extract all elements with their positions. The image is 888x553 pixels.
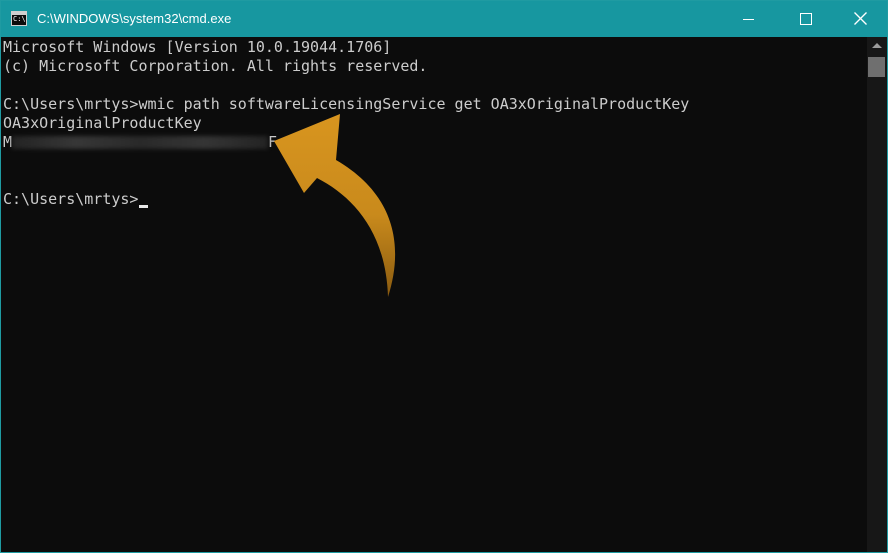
- product-key-line: MF: [3, 133, 277, 152]
- product-key-blurred: [12, 136, 269, 149]
- window-title: C:\WINDOWS\system32\cmd.exe: [37, 11, 232, 26]
- console-output[interactable]: Microsoft Windows [Version 10.0.19044.17…: [1, 37, 866, 552]
- console-line-version: Microsoft Windows [Version 10.0.19044.17…: [3, 38, 392, 56]
- console-line-command: C:\Users\mrtys>wmic path softwareLicensi…: [3, 95, 690, 113]
- minimize-icon: [743, 19, 754, 20]
- product-key-first-char: M: [3, 133, 13, 151]
- scroll-up-arrow-icon[interactable]: [872, 43, 882, 48]
- console-line-copyright: (c) Microsoft Corporation. All rights re…: [3, 57, 428, 75]
- title-bar[interactable]: C:\ C:\WINDOWS\system32\cmd.exe: [1, 1, 887, 37]
- close-button[interactable]: [837, 1, 883, 37]
- prompt-line[interactable]: C:\Users\mrtys>: [3, 190, 149, 209]
- prompt-text: C:\Users\mrtys>: [3, 190, 139, 208]
- cmd-app-icon[interactable]: C:\: [11, 11, 27, 26]
- icon-glyph-text: C:\: [13, 15, 26, 23]
- scroll-thumb[interactable]: [868, 57, 885, 77]
- product-key-last-char: F: [268, 133, 278, 151]
- cmd-window: C:\ C:\WINDOWS\system32\cmd.exe Microsof…: [0, 0, 888, 553]
- minimize-button[interactable]: [725, 1, 771, 37]
- maximize-icon: [800, 13, 812, 25]
- maximize-button[interactable]: [782, 1, 828, 37]
- text-cursor: [139, 205, 149, 208]
- vertical-scrollbar[interactable]: [867, 37, 887, 552]
- close-icon: [854, 12, 867, 25]
- console-line-header: OA3xOriginalProductKey: [3, 114, 202, 132]
